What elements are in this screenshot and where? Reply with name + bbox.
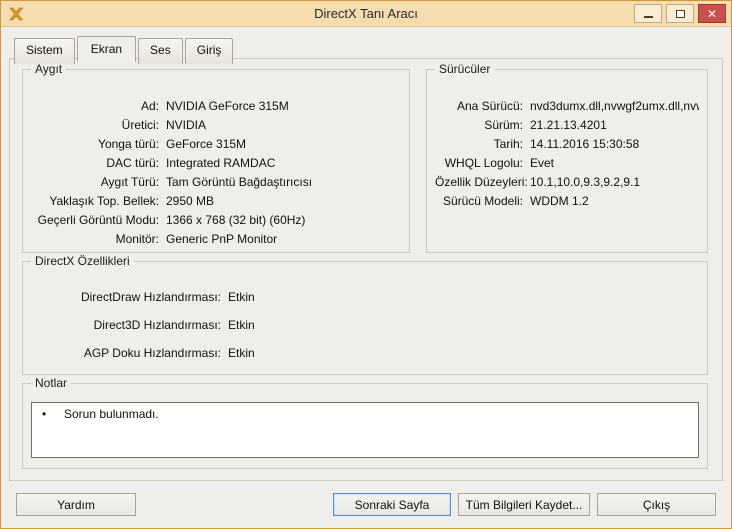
field-label: Ad: <box>140 98 159 113</box>
field-value: nvd3dumx.dll,nvwgf2umx.dll,nvwgf2 <box>530 98 699 113</box>
field-label: WHQL Logolu: <box>444 155 523 170</box>
field-value: Evet <box>530 155 555 170</box>
field-label: AGP Doku Hızlandırması: <box>83 345 221 360</box>
device-group: Aygıt Ad: NVIDIA GeForce 315M Üretici: N… <box>22 62 410 253</box>
directx-features-group-title: DirectX Özellikleri <box>31 254 134 268</box>
info-row: Sürücü Modeli: WDDM 1.2 <box>435 191 699 210</box>
field-label: Yonga türü: <box>98 136 159 151</box>
field-label: Özellik Düzeyleri: <box>435 174 528 189</box>
field-label: Monitör: <box>115 231 159 246</box>
field-label: Yaklaşık Top. Bellek: <box>49 193 159 208</box>
field-value: Tam Görüntü Bağdaştırıcısı <box>166 174 313 189</box>
device-group-title: Aygıt <box>31 62 67 76</box>
titlebar: DirectX Tanı Aracı ✕ <box>1 1 731 27</box>
dxdiag-window: DirectX Tanı Aracı ✕ Sistem Ekran Ses Gi… <box>0 0 732 529</box>
tab-label: Ses <box>150 43 171 57</box>
notes-group: Notlar • Sorun bulunmadı. <box>22 376 708 469</box>
field-label: Üretici: <box>121 117 159 132</box>
next-page-button[interactable]: Sonraki Sayfa <box>333 493 451 516</box>
minimize-button[interactable] <box>634 4 662 23</box>
field-value: 10.1,10.0,9.3,9.2,9.1 <box>530 174 641 189</box>
notes-textarea[interactable]: • Sorun bulunmadı. <box>31 402 699 458</box>
field-label: Geçerli Görüntü Modu: <box>37 212 159 227</box>
info-row: AGP Doku Hızlandırması: Etkin <box>31 344 699 361</box>
info-row: WHQL Logolu: Evet <box>435 153 699 172</box>
info-row: Ad: NVIDIA GeForce 315M <box>31 96 401 115</box>
info-row: DirectDraw Hızlandırması: Etkin <box>31 288 699 305</box>
info-row: Aygıt Türü: Tam Görüntü Bağdaştırıcısı <box>31 172 401 191</box>
close-icon: ✕ <box>706 6 718 21</box>
bullet-icon: • <box>42 407 47 421</box>
directx-features-group: DirectX Özellikleri DirectDraw Hızlandır… <box>22 254 708 375</box>
field-value: NVIDIA GeForce 315M <box>166 98 289 113</box>
caption-controls: ✕ <box>634 4 726 23</box>
field-value: Etkin <box>228 345 255 360</box>
field-value: 1366 x 768 (32 bit) (60Hz) <box>166 212 306 227</box>
info-row: DAC türü: Integrated RAMDAC <box>31 153 401 172</box>
field-label: Tarih: <box>493 136 523 151</box>
field-value: NVIDIA <box>166 117 207 132</box>
field-label: Ana Sürücü: <box>456 98 523 113</box>
notes-group-title: Notlar <box>31 376 72 390</box>
field-label: Aygıt Türü: <box>100 174 159 189</box>
tab-ses[interactable]: Ses <box>138 38 183 64</box>
exit-button[interactable]: Çıkış <box>597 493 716 516</box>
info-row: Direct3D Hızlandırması: Etkin <box>31 316 699 333</box>
drivers-group: Sürücüler Ana Sürücü: nvd3dumx.dll,nvwgf… <box>426 62 708 253</box>
field-value: GeForce 315M <box>166 136 247 151</box>
drivers-group-title: Sürücüler <box>435 62 495 76</box>
field-value: Etkin <box>228 289 255 304</box>
info-row: Yonga türü: GeForce 315M <box>31 134 401 153</box>
note-item: • Sorun bulunmadı. <box>32 403 698 421</box>
maximize-button[interactable] <box>666 4 694 23</box>
tab-label: Sistem <box>26 43 63 57</box>
window-title: DirectX Tanı Aracı <box>314 6 418 21</box>
info-row: Ana Sürücü: nvd3dumx.dll,nvwgf2umx.dll,n… <box>435 96 699 115</box>
tabstrip: Sistem Ekran Ses Giriş <box>14 36 235 64</box>
info-row: Özellik Düzeyleri: 10.1,10.0,9.3,9.2,9.1 <box>435 172 699 191</box>
info-row: Geçerli Görüntü Modu: 1366 x 768 (32 bit… <box>31 210 401 229</box>
field-value: WDDM 1.2 <box>530 193 589 208</box>
field-value: Etkin <box>228 317 255 332</box>
info-row: Üretici: NVIDIA <box>31 115 401 134</box>
field-label: DirectDraw Hızlandırması: <box>80 289 221 304</box>
field-label: Direct3D Hızlandırması: <box>93 317 221 332</box>
field-value: Integrated RAMDAC <box>166 155 276 170</box>
field-value: 2950 MB <box>166 193 215 208</box>
tab-label: Giriş <box>196 43 222 57</box>
tab-label: Ekran <box>90 42 123 56</box>
save-all-info-button[interactable]: Tüm Bilgileri Kaydet... <box>458 493 590 516</box>
field-label: Sürüm: <box>484 117 523 132</box>
field-value: 21.21.13.4201 <box>530 117 607 132</box>
info-row: Monitör: Generic PnP Monitor <box>31 229 401 248</box>
minimize-icon <box>643 15 653 18</box>
tab-giris[interactable]: Giriş <box>184 38 234 64</box>
field-label: Sürücü Modeli: <box>442 193 523 208</box>
help-button[interactable]: Yardım <box>16 493 136 516</box>
tab-sistem[interactable]: Sistem <box>14 38 75 64</box>
tab-ekran[interactable]: Ekran <box>76 36 137 62</box>
field-value: Generic PnP Monitor <box>166 231 278 246</box>
maximize-icon <box>675 9 685 18</box>
close-button[interactable]: ✕ <box>698 4 726 23</box>
info-row: Sürüm: 21.21.13.4201 <box>435 115 699 134</box>
field-value: 14.11.2016 15:30:58 <box>530 136 640 151</box>
info-row: Yaklaşık Top. Bellek: 2950 MB <box>31 191 401 210</box>
field-label: DAC türü: <box>106 155 159 170</box>
display-tab-page: Aygıt Ad: NVIDIA GeForce 315M Üretici: N… <box>9 58 723 481</box>
info-row: Tarih: 14.11.2016 15:30:58 <box>435 134 699 153</box>
note-text: Sorun bulunmadı. <box>64 407 159 421</box>
